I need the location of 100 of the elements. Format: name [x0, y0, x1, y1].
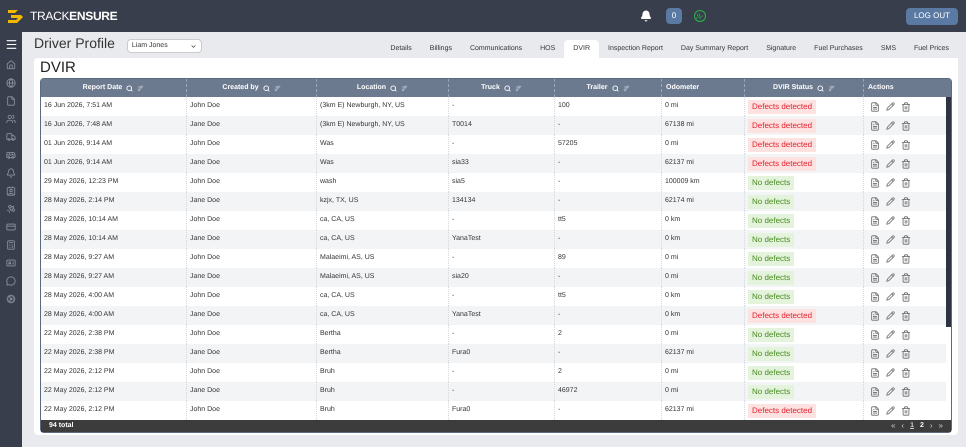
- delete-icon[interactable]: [901, 178, 911, 188]
- delete-icon[interactable]: [901, 216, 911, 226]
- edit-icon[interactable]: [886, 406, 895, 415]
- page-title: Driver Profile: [34, 34, 115, 53]
- chat-icon[interactable]: [6, 276, 16, 286]
- status-badge: No defects: [748, 346, 794, 360]
- edit-icon[interactable]: [886, 159, 895, 168]
- home-icon[interactable]: [6, 60, 16, 70]
- document-icon[interactable]: [870, 292, 880, 302]
- sort-icon[interactable]: [137, 84, 144, 92]
- edit-icon[interactable]: [886, 368, 895, 377]
- settings-icon[interactable]: [6, 294, 16, 304]
- status-badge: No defects: [748, 252, 794, 266]
- bell-icon[interactable]: [6, 168, 16, 178]
- document-icon[interactable]: [870, 102, 880, 112]
- logo-icon: [8, 9, 26, 23]
- edit-icon[interactable]: [886, 254, 895, 263]
- delete-icon[interactable]: [901, 406, 911, 416]
- document-icon[interactable]: [870, 178, 880, 188]
- search-icon[interactable]: [612, 84, 618, 92]
- document-icon[interactable]: [870, 140, 880, 150]
- delete-icon[interactable]: [901, 140, 911, 150]
- sort-icon[interactable]: [401, 84, 408, 92]
- edit-icon[interactable]: [886, 197, 895, 206]
- logout-button[interactable]: LOG OUT: [906, 8, 958, 24]
- document-icon[interactable]: [870, 406, 880, 416]
- search-icon[interactable]: [817, 84, 824, 92]
- delete-icon[interactable]: [901, 102, 911, 112]
- logo-text: TRACKENSURE: [30, 8, 118, 25]
- document-icon[interactable]: [870, 120, 880, 130]
- document-icon[interactable]: [870, 348, 880, 358]
- edit-icon[interactable]: [886, 349, 895, 358]
- status-badge: Defects detected: [748, 156, 816, 170]
- delete-icon[interactable]: [901, 158, 911, 168]
- sort-icon[interactable]: [828, 84, 836, 92]
- document-icon[interactable]: [870, 234, 880, 244]
- document-icon[interactable]: [870, 196, 880, 206]
- delete-icon[interactable]: [901, 368, 911, 378]
- search-icon[interactable]: [504, 84, 511, 92]
- caret-icon[interactable]: [190, 42, 197, 50]
- edit-icon[interactable]: [886, 178, 895, 187]
- users-icon[interactable]: [6, 114, 16, 124]
- delete-icon[interactable]: [901, 272, 911, 282]
- delete-icon[interactable]: [901, 386, 911, 396]
- search-icon[interactable]: [126, 84, 134, 92]
- status-badge: No defects: [748, 384, 794, 398]
- page-nav-button[interactable]: »: [938, 420, 943, 432]
- status-badge: Defects detected: [748, 118, 816, 132]
- sort-icon[interactable]: [274, 84, 281, 92]
- menu-icon[interactable]: [4, 38, 18, 51]
- user-avatar-icon[interactable]: [694, 10, 706, 22]
- document-icon[interactable]: [870, 310, 880, 320]
- card-icon[interactable]: [6, 222, 16, 232]
- delete-icon[interactable]: [901, 292, 911, 302]
- delete-icon[interactable]: [901, 330, 911, 340]
- contact-icon[interactable]: [6, 186, 16, 196]
- page-nav-button[interactable]: ‹: [901, 420, 904, 432]
- delete-icon[interactable]: [901, 120, 911, 130]
- edit-icon[interactable]: [886, 121, 895, 130]
- delete-icon[interactable]: [901, 348, 911, 358]
- notification-icon[interactable]: [640, 10, 652, 22]
- document-icon[interactable]: [870, 386, 880, 396]
- calculator-icon[interactable]: [6, 240, 16, 250]
- document-icon[interactable]: [870, 158, 880, 168]
- status-badge: Defects detected: [748, 138, 816, 152]
- globe-icon[interactable]: [6, 78, 16, 88]
- page-nav-button[interactable]: ›: [930, 420, 933, 432]
- status-badge: No defects: [748, 194, 794, 208]
- status-badge: No defects: [748, 176, 794, 190]
- document-icon[interactable]: [870, 330, 880, 340]
- edit-icon[interactable]: [886, 235, 895, 244]
- document-icon[interactable]: [870, 368, 880, 378]
- delete-icon[interactable]: [901, 196, 911, 206]
- delete-icon[interactable]: [901, 310, 911, 320]
- document-icon[interactable]: [870, 272, 880, 282]
- document-icon[interactable]: [870, 216, 880, 226]
- status-badge: No defects: [748, 366, 794, 380]
- delete-icon[interactable]: [901, 254, 911, 264]
- edit-icon[interactable]: [886, 311, 895, 320]
- bus-icon[interactable]: [6, 150, 16, 160]
- edit-icon[interactable]: [886, 292, 895, 301]
- satellite-icon[interactable]: [6, 204, 16, 214]
- edit-icon[interactable]: [886, 330, 895, 339]
- id-card-icon[interactable]: [6, 258, 16, 268]
- edit-icon[interactable]: [886, 387, 895, 396]
- count-badge[interactable]: 0: [666, 8, 682, 24]
- scrollbar[interactable]: [946, 97, 951, 327]
- page-nav-button[interactable]: «: [890, 420, 896, 432]
- edit-icon[interactable]: [886, 102, 895, 111]
- search-icon[interactable]: [390, 84, 398, 92]
- sort-icon[interactable]: [514, 84, 522, 92]
- delete-icon[interactable]: [901, 234, 911, 244]
- search-icon[interactable]: [262, 84, 270, 92]
- document-icon[interactable]: [6, 96, 16, 106]
- edit-icon[interactable]: [886, 273, 895, 282]
- document-icon[interactable]: [870, 254, 880, 264]
- sort-icon[interactable]: [622, 84, 630, 92]
- edit-icon[interactable]: [886, 140, 895, 149]
- edit-icon[interactable]: [886, 216, 895, 225]
- truck-icon[interactable]: [6, 132, 16, 142]
